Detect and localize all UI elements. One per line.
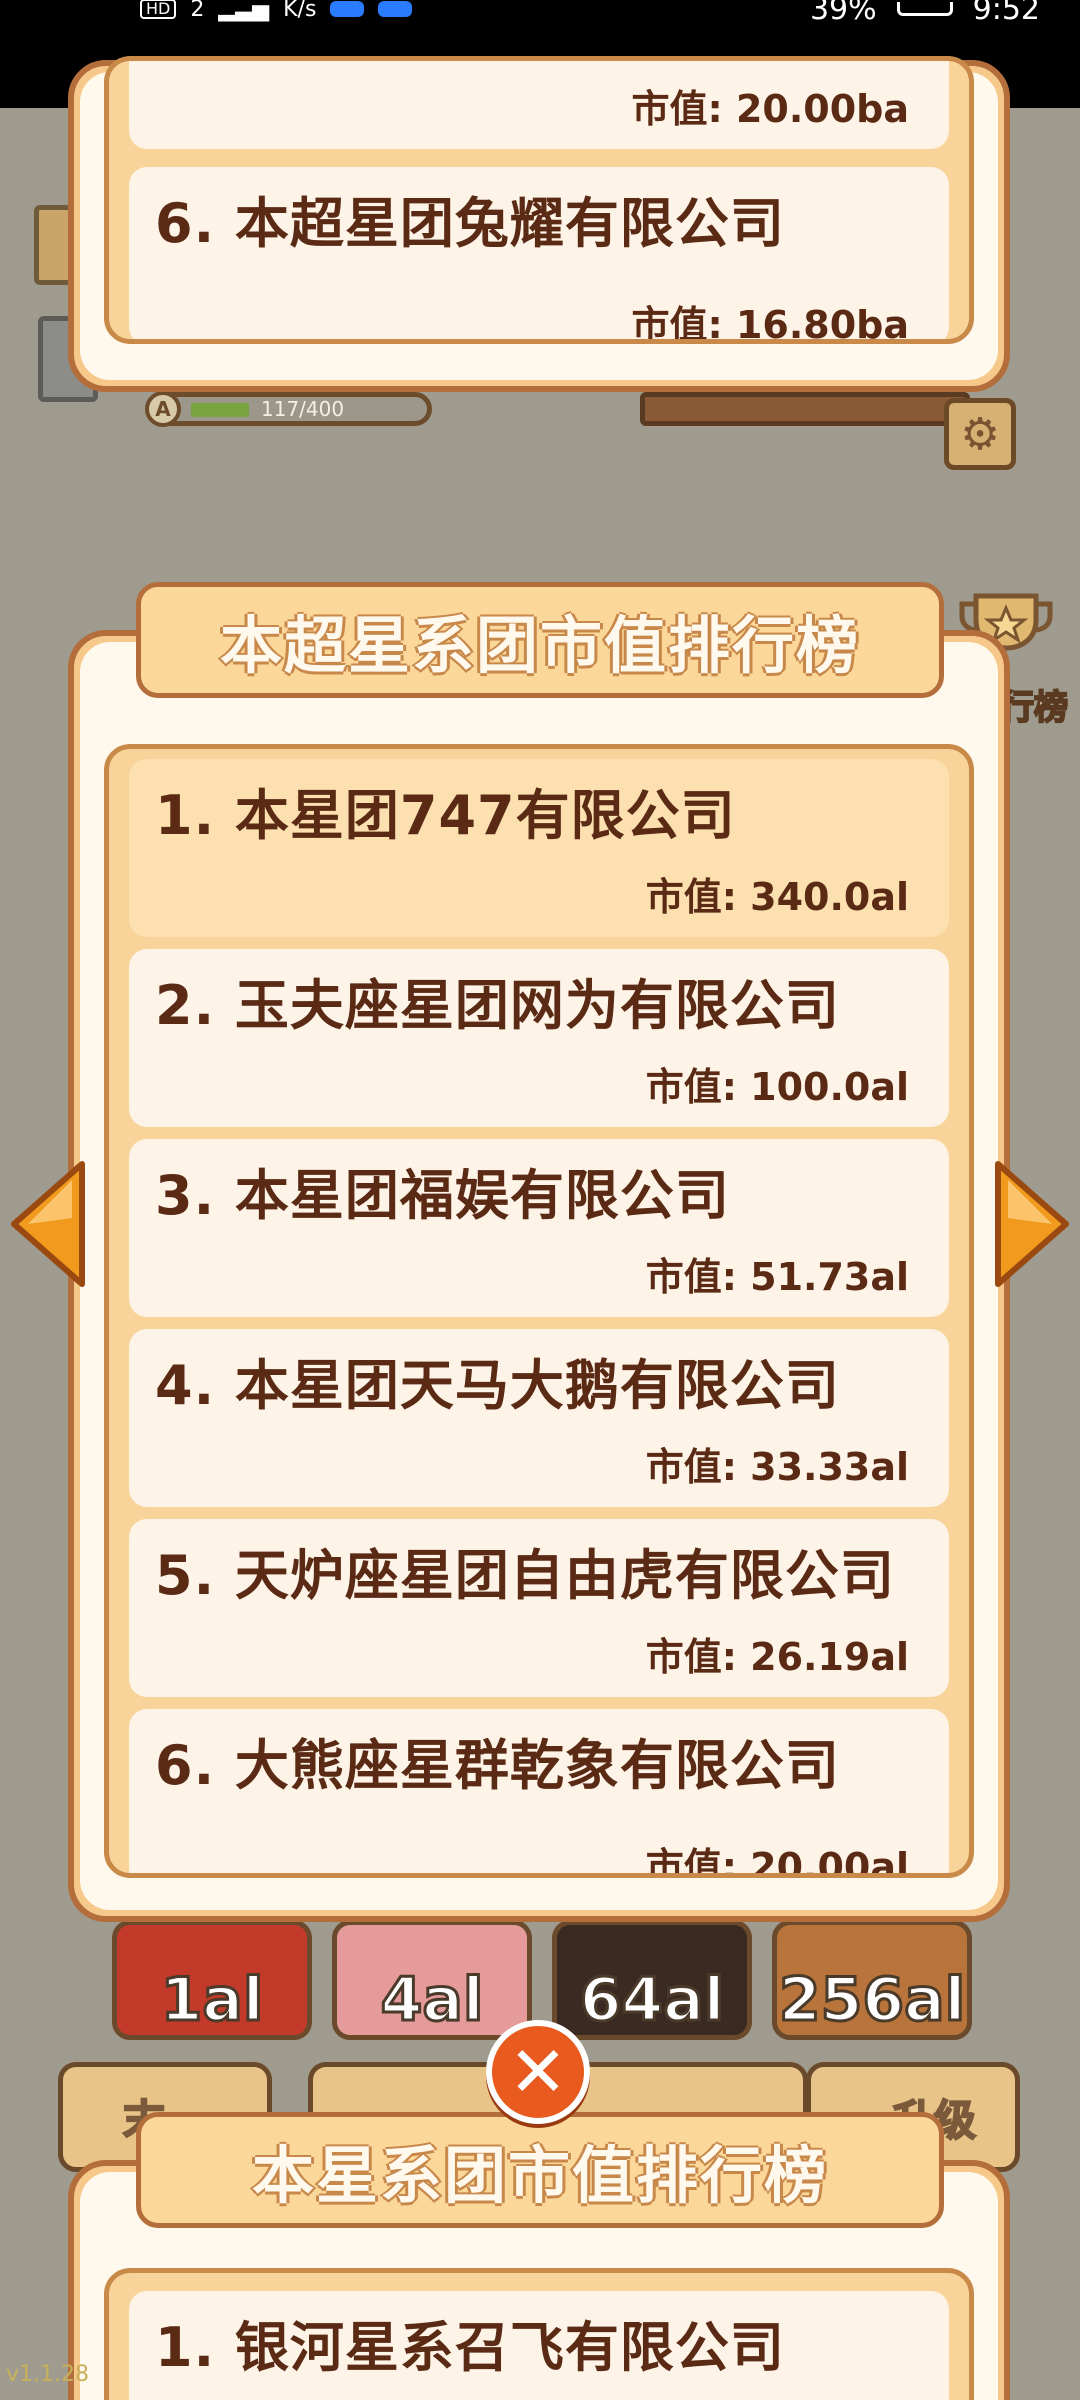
status-bar-left: HD 2 ▂▃▅ K/s — [140, 0, 413, 22]
battery-text: 39% — [809, 0, 877, 27]
row-company-name: 3. 本星团福娱有限公司 — [155, 1164, 730, 1227]
sim-slot: 2 — [190, 0, 205, 22]
row-company-name: 6. 大熊座星群乾象有限公司 — [155, 1734, 840, 1797]
row-company-name: 6. 本超星团兔耀有限公司 — [155, 192, 785, 255]
battery-icon — [896, 2, 953, 16]
row-company-name: 5. 天炉座星团自由虎有限公司 — [155, 1544, 895, 1607]
chat-notification-icon — [378, 1, 413, 17]
version-label: v1.1.28 — [6, 2362, 89, 2387]
worker-cost: 64al — [578, 1964, 726, 2036]
app-notification-icon — [330, 1, 365, 17]
next-ranking-list[interactable]: 1. 银河星系召飞有限公司 — [104, 2268, 974, 2400]
ranking-panel: 1. 本星团747有限公司 市值: 340.0al 2. 玉夫座星团网为有限公司… — [68, 630, 1010, 1922]
row-company-name: 1. 银河星系召飞有限公司 — [155, 2316, 785, 2379]
worker-cost: 1al — [159, 1964, 265, 2036]
ranking-row[interactable]: 2. 玉夫座星团网为有限公司 市值: 100.0al — [129, 949, 949, 1127]
row-company-name: 2. 玉夫座星团网为有限公司 — [155, 974, 840, 1037]
progress-fill — [191, 403, 249, 417]
level-letter: A — [145, 391, 181, 427]
arrow-left-icon[interactable] — [8, 1158, 86, 1290]
row-market-value: 市值: 20.00al — [645, 1845, 909, 1878]
next-ranking-title: 本星系团市值排行榜 — [136, 2112, 944, 2228]
hd-badge: HD — [140, 0, 177, 19]
close-button[interactable]: ✕ — [486, 2020, 590, 2124]
ranking-list[interactable]: 1. 本星团747有限公司 市值: 340.0al 2. 玉夫座星团网为有限公司… — [104, 744, 974, 1878]
settings-button[interactable]: ⚙ — [944, 398, 1016, 470]
ranking-row[interactable]: 市值: 20.00ba — [129, 61, 949, 149]
level-progress-bar: A 117/400 — [145, 391, 432, 427]
gear-icon: ⚙ — [960, 408, 1000, 460]
worker-cost: 4al — [379, 1964, 485, 2036]
row-market-value: 市值: 20.00ba — [631, 87, 909, 131]
worker-card[interactable]: 4al — [332, 1920, 532, 2040]
worker-card[interactable]: 64al — [552, 1920, 752, 2040]
worker-card[interactable]: 256al — [772, 1920, 972, 2040]
ranking-row[interactable]: 1. 银河星系召飞有限公司 — [129, 2291, 949, 2400]
ranking-label: 行榜 — [999, 687, 1069, 729]
worker-card[interactable]: 1al — [112, 1920, 312, 2040]
signal-icon: ▂▃▅ — [218, 0, 270, 22]
ranking-row[interactable]: 4. 本星团天马大鹅有限公司 市值: 33.33al — [129, 1329, 949, 1507]
row-market-value: 市值: 100.0al — [645, 1065, 909, 1109]
status-bar-right: 39% 9:52 — [810, 0, 1040, 27]
row-market-value: 市值: 16.80ba — [631, 303, 909, 344]
prev-ranking-panel: 市值: 20.00ba 6. 本超星团兔耀有限公司 市值: 16.80ba — [68, 56, 1010, 392]
ranking-row[interactable]: 1. 本星团747有限公司 市值: 340.0al — [129, 759, 949, 937]
row-market-value: 市值: 26.19al — [645, 1635, 909, 1679]
close-icon: ✕ — [508, 2031, 568, 2113]
progress-text: 117/400 — [261, 397, 345, 421]
ranking-row[interactable]: 3. 本星团福娱有限公司 市值: 51.73al — [129, 1139, 949, 1317]
net-speed-unit: K/s — [283, 0, 317, 22]
arrow-right-icon[interactable] — [994, 1158, 1072, 1290]
row-company-name: 1. 本星团747有限公司 — [155, 784, 736, 847]
ranking-title: 本超星系团市值排行榜 — [136, 582, 944, 698]
row-market-value: 市值: 340.0al — [645, 875, 909, 919]
clock: 9:52 — [972, 0, 1040, 27]
row-market-value: 市值: 51.73al — [645, 1255, 909, 1299]
worker-cost: 256al — [777, 1964, 966, 2036]
ranking-row[interactable]: 6. 本超星团兔耀有限公司 市值: 16.80ba — [129, 167, 949, 344]
ranking-row[interactable]: 6. 大熊座星群乾象有限公司 市值: 20.00al — [129, 1709, 949, 1878]
ranking-row[interactable]: 5. 天炉座星团自由虎有限公司 市值: 26.19al — [129, 1519, 949, 1697]
row-market-value: 市值: 33.33al — [645, 1445, 909, 1489]
info-bar — [640, 392, 970, 426]
prev-ranking-list[interactable]: 市值: 20.00ba 6. 本超星团兔耀有限公司 市值: 16.80ba — [104, 56, 974, 344]
row-company-name: 4. 本星团天马大鹅有限公司 — [155, 1354, 840, 1417]
